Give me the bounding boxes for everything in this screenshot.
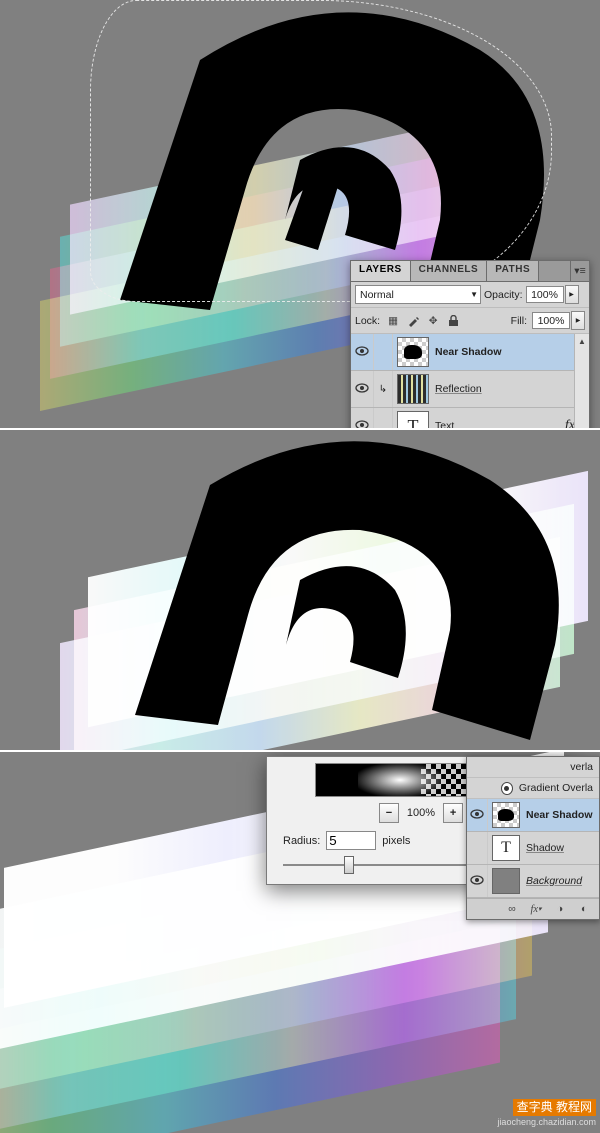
layer-row-reflection[interactable]: ↳ Reflection bbox=[351, 371, 589, 408]
panel-footer: ∞ fx▾ ◑ ◐ bbox=[467, 898, 599, 919]
radius-unit: pixels bbox=[382, 835, 410, 847]
fx-icon[interactable]: fx▾ bbox=[529, 902, 543, 916]
zoom-value: 100% bbox=[407, 807, 435, 819]
layer-name[interactable]: Shadow bbox=[526, 842, 593, 854]
tab-paths[interactable]: PATHS bbox=[487, 261, 539, 281]
chevron-down-icon: ▼ bbox=[470, 290, 478, 299]
scroll-up-icon[interactable]: ▲ bbox=[575, 334, 589, 348]
layer-name[interactable]: Near Shadow bbox=[435, 346, 583, 358]
layer-row-background[interactable]: Background bbox=[467, 865, 599, 898]
layer-row-near-shadow[interactable]: Near Shadow bbox=[467, 799, 599, 832]
layer-thumb: T bbox=[397, 411, 429, 428]
layer-thumb bbox=[397, 374, 429, 404]
fill-flyout-icon[interactable]: ▶ bbox=[571, 311, 585, 330]
effect-row-gradient-overlay[interactable]: Gradient Overla bbox=[467, 778, 599, 799]
effect-overlay-name-partial: verla bbox=[570, 761, 593, 773]
fill-input[interactable]: 100% bbox=[532, 312, 570, 329]
scrollbar[interactable]: ▲ ▼ bbox=[574, 334, 589, 428]
layers-panel-partial[interactable]: verla Gradient Overla Near Shadow bbox=[466, 756, 600, 920]
artwork-region-2 bbox=[0, 430, 600, 750]
layer-thumb bbox=[492, 802, 520, 828]
blend-mode-value: Normal bbox=[360, 289, 394, 301]
clip-indicator-icon: ↳ bbox=[374, 371, 393, 407]
eye-icon[interactable] bbox=[470, 809, 484, 822]
watermark-text: 查字典 教程网 bbox=[513, 1099, 596, 1115]
layer-thumb bbox=[397, 337, 429, 367]
layer-row-near-shadow[interactable]: Near Shadow bbox=[351, 334, 589, 371]
letter-face bbox=[0, 430, 600, 750]
slider-thumb[interactable] bbox=[344, 856, 354, 874]
panel-tabs: LAYERS CHANNELS PATHS ▾≡ bbox=[351, 261, 589, 282]
layer-thumb: T bbox=[492, 835, 520, 861]
radius-input[interactable] bbox=[326, 831, 376, 850]
layer-name[interactable]: Reflection bbox=[435, 383, 583, 395]
eye-icon[interactable] bbox=[355, 346, 369, 359]
blend-mode-select[interactable]: Normal ▼ bbox=[355, 285, 481, 304]
layer-name[interactable]: Near Shadow bbox=[526, 809, 593, 821]
layer-row-shadow[interactable]: T Shadow bbox=[467, 832, 599, 865]
watermark: 查字典 教程网 jiaocheng.chazidian.com bbox=[497, 1099, 596, 1129]
effect-visibility-icon[interactable] bbox=[501, 782, 513, 795]
radius-label: Radius: bbox=[283, 835, 320, 847]
tab-channels[interactable]: CHANNELS bbox=[411, 261, 488, 281]
adjustment-icon[interactable]: ◐ bbox=[577, 902, 591, 916]
stage: LAYERS CHANNELS PATHS ▾≡ Normal ▼ Opacit… bbox=[0, 0, 600, 1133]
zoom-in-button[interactable]: + bbox=[443, 803, 463, 823]
layers-panel[interactable]: LAYERS CHANNELS PATHS ▾≡ Normal ▼ Opacit… bbox=[350, 260, 590, 428]
tab-layers[interactable]: LAYERS bbox=[351, 261, 411, 281]
lock-pixels-icon[interactable] bbox=[405, 313, 421, 329]
mask-icon[interactable]: ◑ bbox=[553, 902, 567, 916]
eye-icon[interactable] bbox=[355, 420, 369, 429]
artwork-region-3: − 100% + Radius: pixels verla Gradient bbox=[0, 752, 600, 1133]
layer-name[interactable]: Background bbox=[526, 875, 593, 887]
opacity-input[interactable]: 100% bbox=[526, 286, 564, 303]
lock-position-icon[interactable]: ✥ bbox=[425, 313, 441, 329]
lock-label: Lock: bbox=[355, 315, 380, 327]
layer-row-text[interactable]: T Text fx ▾ bbox=[351, 408, 589, 428]
watermark-url: jiaocheng.chazidian.com bbox=[497, 1117, 596, 1127]
opacity-flyout-icon[interactable]: ▶ bbox=[565, 285, 579, 304]
eye-icon[interactable] bbox=[355, 383, 369, 396]
opacity-label: Opacity: bbox=[484, 289, 523, 301]
effect-gradient-name: Gradient Overla bbox=[519, 782, 593, 794]
zoom-out-button[interactable]: − bbox=[379, 803, 399, 823]
layer-name[interactable]: Text bbox=[435, 420, 565, 428]
layer-thumb bbox=[492, 868, 520, 894]
panel-menu-icon[interactable]: ▾≡ bbox=[570, 261, 589, 281]
selection-marquee bbox=[90, 0, 552, 302]
fill-label: Fill: bbox=[511, 315, 527, 327]
artwork-region-1: LAYERS CHANNELS PATHS ▾≡ Normal ▼ Opacit… bbox=[0, 0, 600, 428]
eye-icon[interactable] bbox=[470, 875, 484, 888]
layer-list: Near Shadow ↳ Reflection bbox=[351, 334, 589, 428]
lock-all-icon[interactable] bbox=[445, 313, 461, 329]
lock-transparency-icon[interactable]: ▦ bbox=[385, 313, 401, 329]
link-icon[interactable]: ∞ bbox=[505, 902, 519, 916]
